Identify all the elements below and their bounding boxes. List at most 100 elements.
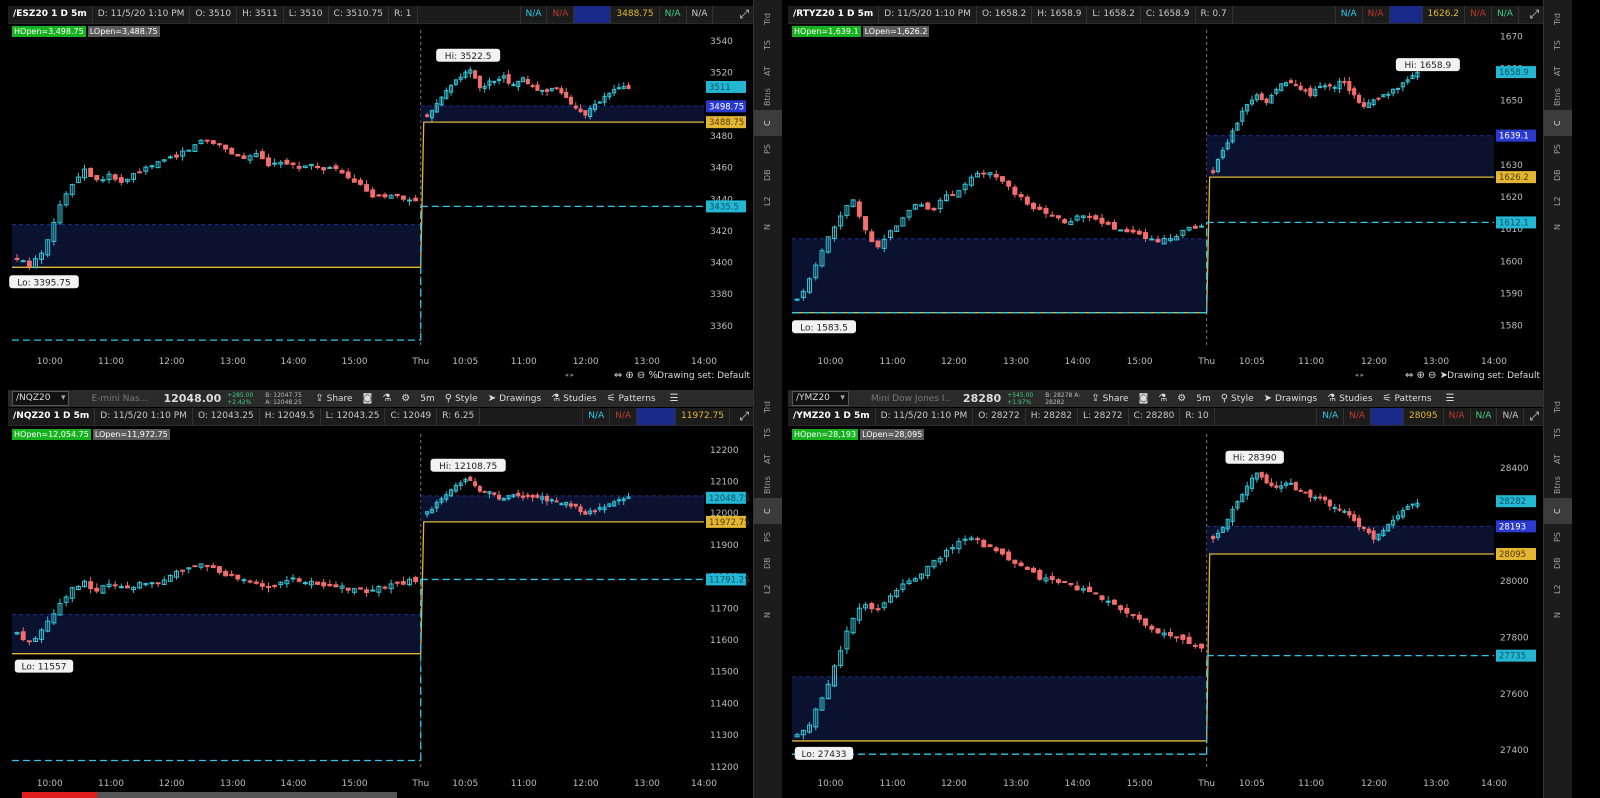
gear-icon[interactable]: ⚙: [1177, 393, 1186, 404]
patterns-button[interactable]: Patterns: [1395, 394, 1432, 404]
side-tab-trd[interactable]: Trd: [1544, 6, 1572, 32]
side-tab-db[interactable]: DB: [1544, 162, 1572, 188]
side-tab-l2[interactable]: L2: [1544, 576, 1572, 602]
side-tab-trd[interactable]: Trd: [754, 394, 782, 420]
candle-body: [266, 586, 271, 589]
side-tab-ts[interactable]: TS: [1544, 32, 1572, 58]
studies-icon[interactable]: ⚗: [551, 393, 560, 404]
candle-body: [351, 178, 357, 183]
gear-icon[interactable]: ⚙: [401, 393, 410, 404]
side-tab-c[interactable]: C: [754, 110, 782, 136]
side-tab-db[interactable]: DB: [1544, 550, 1572, 576]
side-tab-trd[interactable]: Trd: [754, 6, 782, 32]
side-tab-db[interactable]: DB: [754, 550, 782, 576]
side-tab-at[interactable]: AT: [754, 446, 782, 472]
candle-body: [1124, 228, 1130, 233]
flask-icon[interactable]: ⚗: [382, 393, 391, 404]
side-tab-db[interactable]: DB: [754, 162, 782, 188]
side-tab-l2[interactable]: L2: [754, 576, 782, 602]
candle-body: [564, 91, 569, 99]
side-tab-btns[interactable]: Btns: [1544, 84, 1572, 110]
video-progress-bar[interactable]: [22, 792, 97, 798]
flask-icon[interactable]: ⚗: [1158, 393, 1167, 404]
side-tab-n[interactable]: N: [754, 602, 782, 628]
side-tab-ps[interactable]: PS: [754, 136, 782, 162]
share-button[interactable]: Share: [327, 394, 353, 404]
side-tab-l2[interactable]: L2: [754, 188, 782, 214]
candle-body: [869, 603, 875, 610]
candle-body: [1308, 489, 1313, 498]
style-icon[interactable]: ⚲: [445, 393, 452, 404]
cursor-icon[interactable]: ➤: [1264, 393, 1272, 404]
style-button[interactable]: Style: [455, 394, 478, 404]
price-chart[interactable]: 1670166016501640163016201610160015901580…: [788, 24, 1544, 370]
side-tab-c[interactable]: C: [754, 498, 782, 524]
interval-button[interactable]: 5m: [1196, 394, 1211, 404]
side-tab-ps[interactable]: PS: [1544, 524, 1572, 550]
symbol-label[interactable]: /ESZ20 1 D 5m: [8, 6, 93, 23]
candle-body: [1012, 186, 1018, 195]
style-button[interactable]: Style: [1231, 394, 1254, 404]
studies-icon[interactable]: ⚗: [1327, 393, 1336, 404]
expand-icon[interactable]: ⤢: [734, 6, 754, 23]
symbol-label[interactable]: /RTYZ20 1 D 5m: [788, 6, 880, 23]
zoom-tools-icon[interactable]: ⇔ ⊕ ⊖ ➤: [1405, 370, 1448, 381]
candle-body: [950, 194, 956, 197]
patterns-icon[interactable]: ⚟: [1383, 393, 1392, 404]
side-tab-btns[interactable]: Btns: [754, 84, 782, 110]
expand-icon[interactable]: ⤢: [1524, 6, 1544, 23]
share-icon[interactable]: ⇪: [315, 393, 323, 404]
cursor-icon[interactable]: ➤: [488, 393, 496, 404]
side-tab-l2[interactable]: L2: [1544, 188, 1572, 214]
price-chart[interactable]: 28400282002800027800276002740010:0011:00…: [788, 428, 1544, 792]
side-tab-n[interactable]: N: [1544, 214, 1572, 240]
candle-body: [993, 547, 999, 552]
price-chart[interactable]: 1220012100120001190011800117001160011500…: [8, 428, 754, 792]
share-icon[interactable]: ⇪: [1091, 393, 1099, 404]
drawing-set-label[interactable]: Drawing set: Default: [1447, 371, 1540, 381]
menu-icon[interactable]: ☰: [670, 393, 679, 404]
share-button[interactable]: Share: [1103, 394, 1129, 404]
side-tab-n[interactable]: N: [1544, 602, 1572, 628]
candle-body: [1136, 614, 1142, 620]
side-tab-at[interactable]: AT: [1544, 58, 1572, 84]
side-tab-c[interactable]: C: [1544, 498, 1572, 524]
scroll-arrows[interactable]: ◂ ▸: [1355, 371, 1364, 379]
candle-body: [1006, 551, 1012, 561]
drawings-button[interactable]: Drawings: [1275, 394, 1317, 404]
zoom-tools-icon[interactable]: ⇔ ⊕ ⊖ %: [614, 370, 658, 381]
expand-icon[interactable]: ⤢: [1524, 408, 1544, 425]
studies-button[interactable]: Studies: [1339, 394, 1372, 404]
interval-button[interactable]: 5m: [420, 394, 435, 404]
side-tab-at[interactable]: AT: [1544, 446, 1572, 472]
symbol-label[interactable]: /YMZ20 1 D 5m: [788, 408, 876, 425]
side-tab-ts[interactable]: TS: [754, 32, 782, 58]
patterns-icon[interactable]: ⚟: [607, 393, 616, 404]
side-tab-c[interactable]: C: [1544, 110, 1572, 136]
expand-icon[interactable]: ⤢: [734, 408, 754, 425]
drawing-set-label[interactable]: Drawing set: Default: [657, 371, 750, 381]
scroll-arrows[interactable]: ◂ ▸: [565, 371, 574, 379]
side-tab-at[interactable]: AT: [754, 58, 782, 84]
side-tab-ts[interactable]: TS: [754, 420, 782, 446]
studies-button[interactable]: Studies: [563, 394, 596, 404]
price-chart[interactable]: 3540352035003480346034403420340033803360…: [8, 24, 754, 370]
style-icon[interactable]: ⚲: [1221, 393, 1228, 404]
patterns-button[interactable]: Patterns: [619, 394, 656, 404]
symbol-label[interactable]: /NQZ20 1 D 5m: [8, 408, 96, 425]
candle-body: [235, 574, 241, 580]
side-tab-ps[interactable]: PS: [1544, 136, 1572, 162]
camera-icon[interactable]: ◙: [1139, 393, 1149, 404]
side-tab-ps[interactable]: PS: [754, 524, 782, 550]
drawings-button[interactable]: Drawings: [499, 394, 541, 404]
side-tab-ts[interactable]: TS: [1544, 420, 1572, 446]
candle-body: [1130, 614, 1136, 617]
camera-icon[interactable]: ◙: [363, 393, 373, 404]
symbol-selector[interactable]: /YMZ20: [792, 391, 849, 406]
side-tab-btns[interactable]: Btns: [754, 472, 782, 498]
side-tab-trd[interactable]: Trd: [1544, 394, 1572, 420]
side-tab-n[interactable]: N: [754, 214, 782, 240]
side-tab-btns[interactable]: Btns: [1544, 472, 1572, 498]
symbol-selector[interactable]: /NQZ20: [12, 391, 70, 406]
menu-icon[interactable]: ☰: [1446, 393, 1455, 404]
